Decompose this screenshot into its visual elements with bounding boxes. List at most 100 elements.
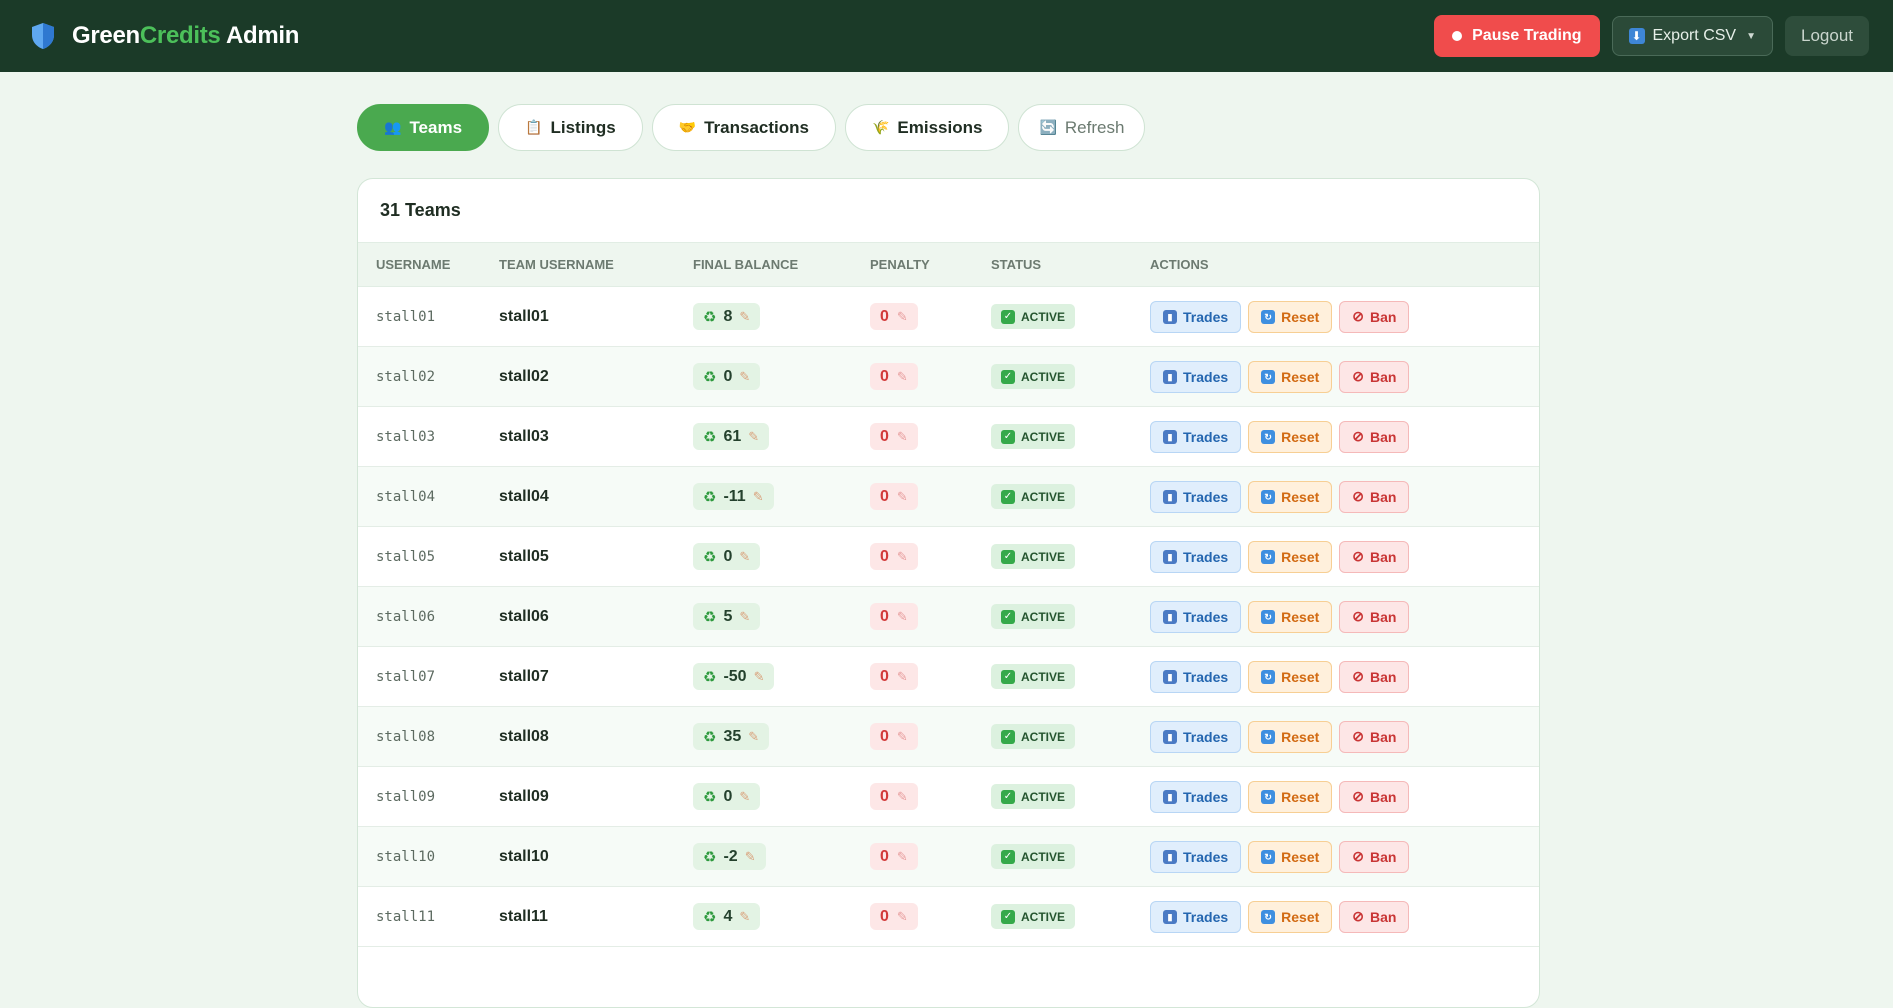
trades-button[interactable]: ▮ Trades xyxy=(1150,720,1242,753)
penalty-editable[interactable]: 0 ✎ xyxy=(870,783,918,810)
ban-button[interactable]: ⊘ Ban xyxy=(1339,600,1410,633)
reset-button[interactable]: ↻ Reset xyxy=(1248,540,1333,573)
penalty-value: 0 xyxy=(880,787,889,805)
ban-icon: ⊘ xyxy=(1352,548,1365,564)
penalty-editable[interactable]: 0 ✎ xyxy=(870,843,918,870)
reset-button[interactable]: ↻ Reset xyxy=(1248,480,1333,513)
trades-button[interactable]: ▮ Trades xyxy=(1150,480,1242,513)
penalty-value: 0 xyxy=(880,727,889,745)
people-icon: 👥 xyxy=(384,119,402,135)
status-text: ACTIVE xyxy=(1021,669,1066,684)
balance-editable[interactable]: ♻ 5 ✎ xyxy=(693,603,761,630)
balance-editable[interactable]: ♻ 0 ✎ xyxy=(693,543,761,570)
balance-editable[interactable]: ♻ -2 ✎ xyxy=(693,843,766,870)
ban-button[interactable]: ⊘ Ban xyxy=(1339,660,1410,693)
balance-editable[interactable]: ♻ 61 ✎ xyxy=(693,423,770,450)
balance-editable[interactable]: ♻ -11 ✎ xyxy=(693,483,774,510)
penalty-editable[interactable]: 0 ✎ xyxy=(870,723,918,750)
reset-button[interactable]: ↻ Reset xyxy=(1248,900,1333,933)
check-icon: ✓ xyxy=(1001,549,1015,564)
reset-button[interactable]: ↻ Reset xyxy=(1248,840,1333,873)
username-cell: stall06 xyxy=(376,608,436,625)
reset-button[interactable]: ↻ Reset xyxy=(1248,360,1333,393)
ban-button[interactable]: ⊘ Ban xyxy=(1339,360,1410,393)
ban-button[interactable]: ⊘ Ban xyxy=(1339,300,1410,333)
trades-button[interactable]: ▮ Trades xyxy=(1150,840,1242,873)
tab-teams-label: Teams xyxy=(409,117,463,137)
ban-button[interactable]: ⊘ Ban xyxy=(1339,840,1410,873)
balance-editable[interactable]: ♻ 0 ✎ xyxy=(693,783,761,810)
balance-editable[interactable]: ♻ 0 ✎ xyxy=(693,363,761,390)
ban-button[interactable]: ⊘ Ban xyxy=(1339,540,1410,573)
recycle-icon: ♻ xyxy=(703,488,717,506)
logout-button[interactable]: Logout xyxy=(1785,16,1869,56)
reset-button[interactable]: ↻ Reset xyxy=(1248,780,1333,813)
reset-button[interactable]: ↻ Reset xyxy=(1248,720,1333,753)
pencil-icon: ✎ xyxy=(896,608,908,624)
export-csv-button[interactable]: ⬇ Export CSV ▼ xyxy=(1611,16,1773,56)
recycle-icon: ♻ xyxy=(703,548,717,566)
tab-emissions[interactable]: 🌾 Emissions xyxy=(844,104,1010,151)
chart-icon: ▮ xyxy=(1163,309,1177,324)
recycle-icon: ♻ xyxy=(703,728,717,746)
trades-label: Trades xyxy=(1183,488,1229,505)
reset-button[interactable]: ↻ Reset xyxy=(1248,420,1333,453)
balance-editable[interactable]: ♻ 8 ✎ xyxy=(693,303,761,330)
balance-editable[interactable]: ♻ -50 ✎ xyxy=(693,663,775,690)
recycle-icon: ♻ xyxy=(703,848,717,866)
ban-button[interactable]: ⊘ Ban xyxy=(1339,780,1410,813)
refresh-button[interactable]: 🔄 Refresh xyxy=(1018,104,1146,151)
penalty-editable[interactable]: 0 ✎ xyxy=(870,303,918,330)
check-icon: ✓ xyxy=(1001,429,1015,444)
balance-editable[interactable]: ♻ 4 ✎ xyxy=(693,903,761,930)
reset-button[interactable]: ↻ Reset xyxy=(1248,600,1333,633)
col-status: STATUS xyxy=(991,257,1042,272)
penalty-editable[interactable]: 0 ✎ xyxy=(870,483,918,510)
penalty-value: 0 xyxy=(880,367,889,385)
penalty-editable[interactable]: 0 ✎ xyxy=(870,903,918,930)
check-icon: ✓ xyxy=(1001,489,1015,504)
penalty-editable[interactable]: 0 ✎ xyxy=(870,423,918,450)
trades-button[interactable]: ▮ Trades xyxy=(1150,660,1242,693)
ban-icon: ⊘ xyxy=(1352,488,1365,504)
balance-value: -50 xyxy=(723,667,747,685)
trades-button[interactable]: ▮ Trades xyxy=(1150,360,1242,393)
reset-button[interactable]: ↻ Reset xyxy=(1248,660,1333,693)
penalty-value: 0 xyxy=(880,847,889,865)
ban-button[interactable]: ⊘ Ban xyxy=(1339,480,1410,513)
team-username-cell: stall03 xyxy=(499,427,549,445)
penalty-value: 0 xyxy=(880,667,889,685)
trades-button[interactable]: ▮ Trades xyxy=(1150,600,1242,633)
username-cell: stall08 xyxy=(376,728,436,745)
balance-editable[interactable]: ♻ 35 ✎ xyxy=(693,723,770,750)
reset-label: Reset xyxy=(1281,368,1320,385)
ban-icon: ⊘ xyxy=(1352,848,1365,864)
trades-label: Trades xyxy=(1183,728,1229,745)
trades-button[interactable]: ▮ Trades xyxy=(1150,900,1242,933)
trades-button[interactable]: ▮ Trades xyxy=(1150,540,1242,573)
download-icon: ⬇ xyxy=(1628,28,1645,44)
trades-button[interactable]: ▮ Trades xyxy=(1150,300,1242,333)
table-row: stall05 stall05 ♻ 0 ✎ 0 ✎ ✓ ACTIVE ▮ Tra xyxy=(358,527,1539,587)
penalty-editable[interactable]: 0 ✎ xyxy=(870,363,918,390)
check-icon: ✓ xyxy=(1001,729,1015,744)
brand-part-3: Admin xyxy=(220,22,300,49)
brand: GreenCredits Admin xyxy=(30,22,299,50)
trades-button[interactable]: ▮ Trades xyxy=(1150,420,1242,453)
trades-button[interactable]: ▮ Trades xyxy=(1150,780,1242,813)
tab-teams[interactable]: 👥 Teams xyxy=(357,104,490,151)
penalty-editable[interactable]: 0 ✎ xyxy=(870,543,918,570)
balance-value: 8 xyxy=(723,307,733,325)
pencil-icon: ✎ xyxy=(896,368,908,384)
reset-button[interactable]: ↻ Reset xyxy=(1248,300,1333,333)
ban-button[interactable]: ⊘ Ban xyxy=(1339,420,1410,453)
penalty-editable[interactable]: 0 ✎ xyxy=(870,603,918,630)
pause-trading-button[interactable]: Pause Trading xyxy=(1434,15,1600,57)
tab-listings[interactable]: 📋 Listings xyxy=(498,104,643,151)
tab-transactions[interactable]: 🤝 Transactions xyxy=(651,104,836,151)
ban-button[interactable]: ⊘ Ban xyxy=(1339,720,1410,753)
penalty-value: 0 xyxy=(880,487,889,505)
penalty-editable[interactable]: 0 ✎ xyxy=(870,663,918,690)
ban-button[interactable]: ⊘ Ban xyxy=(1339,900,1410,933)
trades-label: Trades xyxy=(1183,428,1229,445)
